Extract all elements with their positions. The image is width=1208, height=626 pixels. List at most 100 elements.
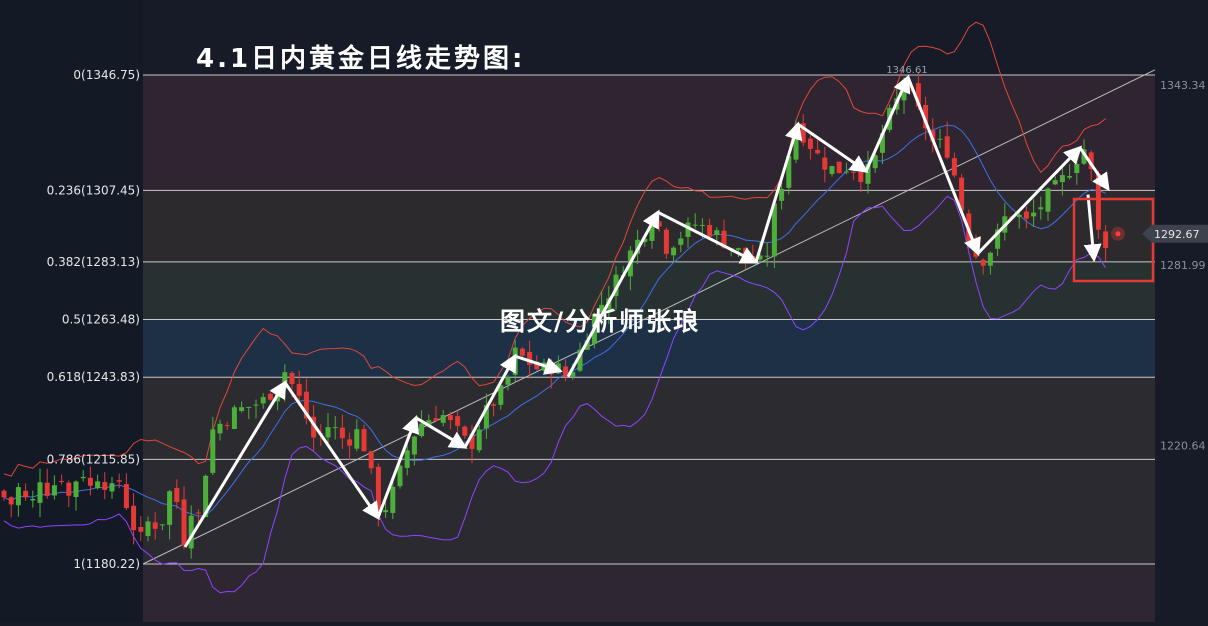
candle-body: [699, 224, 705, 226]
candle-body: [447, 415, 453, 421]
candle-body: [764, 255, 770, 257]
candle-body: [707, 224, 713, 237]
candle-body: [231, 407, 237, 429]
candle-body: [361, 429, 367, 452]
candle-body: [491, 404, 497, 406]
candle-body: [159, 524, 165, 526]
fib-level-label: 1(1180.22): [73, 557, 140, 571]
candle-body: [95, 481, 101, 489]
candle-body: [66, 482, 72, 496]
candle-body: [1031, 212, 1037, 217]
candle-body: [152, 522, 158, 529]
candle-body: [325, 427, 331, 438]
candle-body: [1052, 180, 1058, 185]
fib-zone: [143, 377, 1155, 460]
candle-body: [131, 505, 137, 531]
candle-body: [102, 482, 108, 490]
candle-body: [217, 423, 223, 434]
chart-stage: 0(1346.75) 0.236(1307.45) 0.382(1283.13) 0.…: [0, 0, 1208, 622]
fib-level-label: 0(1346.75): [73, 68, 140, 82]
candle-body: [210, 429, 216, 473]
candle-body: [692, 224, 698, 226]
candle-body: [15, 487, 21, 506]
candle-body: [656, 221, 662, 227]
candle-body: [411, 436, 417, 455]
candle-body: [174, 487, 180, 502]
candle-body: [30, 498, 36, 501]
candle-body: [663, 229, 669, 254]
candle-body: [851, 171, 857, 173]
candle-body: [678, 238, 684, 245]
candle-body: [296, 384, 302, 396]
candle-body: [519, 348, 525, 356]
candle-body: [476, 429, 482, 451]
candle-body: [109, 483, 115, 492]
candle-body: [51, 485, 57, 496]
candle-body: [404, 450, 410, 468]
candle-body: [116, 480, 122, 482]
fib-zone: [143, 564, 1155, 622]
candle-body: [455, 416, 461, 426]
candle-body: [1023, 211, 1029, 219]
candle-body: [289, 372, 295, 385]
candle-body: [80, 476, 86, 479]
candle-body: [858, 171, 864, 183]
candle-body: [462, 426, 468, 436]
candle-body: [123, 484, 129, 509]
candle-body: [1103, 231, 1109, 248]
fib-level-label: 0.786(1215.85): [47, 452, 140, 466]
current-price-dot: [1115, 231, 1121, 237]
candle-body: [735, 248, 741, 250]
candle-body: [59, 480, 65, 482]
candle-body: [37, 482, 43, 503]
candle-body: [433, 418, 439, 421]
candle-body: [246, 406, 252, 408]
candle-body: [44, 482, 50, 496]
candle-body: [1059, 175, 1065, 183]
candle-body: [1038, 207, 1044, 210]
candle-body: [73, 481, 79, 498]
candle-body: [138, 526, 144, 532]
candle-body: [1045, 188, 1051, 212]
candle-body: [419, 423, 425, 437]
candle-body: [8, 497, 14, 505]
candle-body: [339, 427, 345, 439]
candle-body: [260, 397, 266, 404]
candle-body: [829, 166, 835, 174]
candle-body: [987, 252, 993, 266]
candle-body: [332, 427, 338, 429]
candle-body: [980, 259, 986, 266]
candle-body: [267, 393, 273, 400]
fib-zone: [143, 459, 1155, 564]
candle-body: [937, 138, 943, 140]
watermark-text: 图文/分析师张琅: [500, 307, 701, 336]
fib-level-label: 0.236(1307.45): [47, 183, 140, 197]
candle-body: [843, 171, 849, 173]
candle-body: [1067, 176, 1073, 178]
candle-body: [779, 188, 785, 201]
candle-body: [181, 499, 187, 546]
candle-body: [397, 465, 403, 487]
candle-body: [224, 425, 230, 427]
fib-level-label: 0.382(1283.13): [47, 255, 140, 269]
right-axis-label: 1281.99: [1160, 259, 1206, 272]
axis-panel: [0, 0, 143, 622]
candle-body: [145, 521, 151, 536]
candle-body: [390, 486, 396, 513]
candle-body: [671, 247, 677, 256]
chart-title: 4.1日内黄金日线走势图:: [196, 44, 526, 74]
candle-body: [239, 407, 245, 411]
current-price-label: 1292.67: [1154, 228, 1200, 241]
candle-body: [368, 451, 374, 469]
fib-level-label: 0.618(1243.83): [47, 370, 140, 384]
candle-body: [354, 429, 360, 449]
high-price-label: 1346.61: [886, 65, 927, 76]
fib-level-label: 0.5(1263.48): [62, 313, 140, 327]
candle-body: [951, 158, 957, 176]
candle-body: [383, 510, 389, 513]
candle-body: [807, 138, 813, 149]
candle-body: [347, 439, 353, 446]
right-axis-label: 1220.64: [1160, 439, 1206, 452]
candle-body: [822, 157, 828, 170]
candle-body: [195, 512, 201, 514]
